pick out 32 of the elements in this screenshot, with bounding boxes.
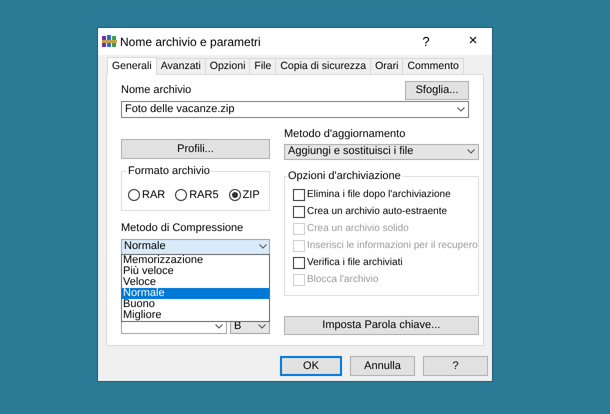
dropdown-option[interactable]: Normale: [122, 288, 269, 298]
dialog-button[interactable]: ?: [423, 356, 488, 376]
group-title: Opzioni d'archiviazione: [287, 170, 402, 182]
window-title: Nome archivio e parametri: [120, 34, 262, 50]
dropdown-option[interactable]: Buono: [122, 298, 269, 310]
radio-option[interactable]: RAR5: [175, 187, 219, 204]
checkbox-option[interactable]: Crea un archivio auto-estraente: [293, 204, 478, 218]
dropdown-option[interactable]: Più veloce: [122, 266, 269, 276]
field-label: Nome archivio: [121, 82, 192, 98]
field-label: Metodo d'aggiornamento: [284, 127, 406, 142]
radio-option[interactable]: ZIP: [228, 187, 260, 204]
field-label: Metodo di Compressione: [121, 221, 244, 236]
close-button[interactable]: ×: [458, 30, 488, 53]
checkbox-option[interactable]: Elimina i file dopo l'archiviazione: [293, 188, 478, 202]
dropdown-option[interactable]: Migliore: [122, 310, 269, 320]
browse-button[interactable]: Sfoglia...: [405, 81, 469, 100]
update-method-select[interactable]: Aggiungi e sostituisci i file: [284, 144, 479, 160]
checkbox-option[interactable]: Verifica i file archiviati: [293, 256, 478, 270]
dialog-button[interactable]: Annulla: [350, 356, 415, 376]
dropdown-option[interactable]: Veloce: [122, 276, 269, 288]
archive-name-combobox[interactable]: Foto delle vacanze.zip: [121, 101, 469, 118]
tab[interactable]: Generali: [107, 57, 157, 75]
tab[interactable]: Opzioni: [204, 58, 250, 74]
radio-option[interactable]: RAR: [128, 187, 166, 204]
tab[interactable]: Copia di sicurezza: [275, 58, 372, 74]
profiles-button[interactable]: Profili...: [121, 139, 270, 159]
dialog-button[interactable]: OK: [280, 356, 342, 376]
dropdown-option[interactable]: Memorizzazione: [122, 254, 269, 266]
compression-select[interactable]: Normale: [121, 238, 270, 254]
set-password-button[interactable]: Imposta Parola chiave...: [284, 316, 479, 334]
help-button[interactable]: ?: [411, 32, 441, 52]
tab[interactable]: Commento: [402, 58, 464, 74]
